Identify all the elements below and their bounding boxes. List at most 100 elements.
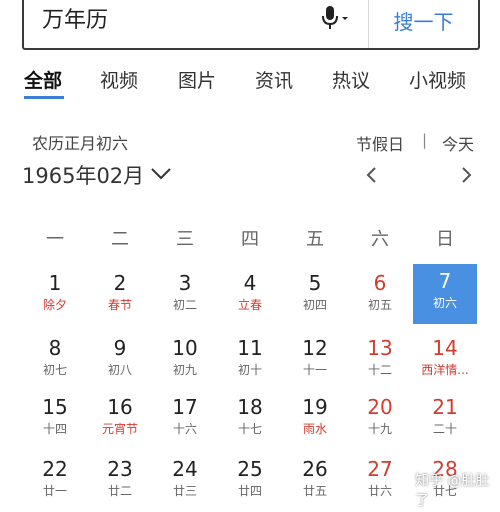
calendar-day-cell[interactable]: 22 廿一 [23,452,87,512]
day-number: 9 [113,336,127,360]
calendar-day-cell[interactable]: 1 除夕 [23,266,87,326]
day-number: 24 [172,457,198,481]
search-tabs: 全部 视频 图片 资讯 热议 小视频 [0,62,500,100]
day-number: 27 [367,457,393,481]
calendar-day-cell[interactable]: 18 十七 [218,390,282,450]
calendar-day-cell[interactable]: 7 初六 [413,264,477,324]
month-selector[interactable]: 1965年02月 [22,160,144,190]
day-number: 4 [243,271,257,295]
microphone-icon[interactable] [320,5,352,31]
holidays-link[interactable]: 节假日 [356,131,404,155]
lunar-day-label: 立春 [237,298,262,312]
day-number: 22 [42,457,68,481]
lunar-day-label: 二十 [432,422,457,436]
lunar-day-label: 初六 [432,296,457,310]
lunar-day-label: 廿二 [107,484,132,498]
search-button[interactable]: 搜一下 [368,0,478,48]
day-number: 13 [367,336,393,360]
lunar-day-label: 初二 [172,298,197,312]
day-number: 12 [302,336,328,360]
calendar-day-cell[interactable]: 5 初四 [283,266,347,326]
calendar-day-cell[interactable]: 23 廿二 [88,452,152,512]
lunar-day-label: 廿六 [367,484,392,498]
day-number: 10 [172,336,198,360]
lunar-day-label: 十四 [42,422,67,436]
weekday-sat: 六 [371,229,389,250]
day-number: 3 [178,271,192,295]
lunar-date-label: 农历正月初六 [32,134,129,153]
today-link[interactable]: 今天 [442,131,474,155]
active-tab-indicator [24,96,64,99]
calendar-day-cell[interactable]: 2 春节 [88,266,152,326]
lunar-day-label: 十二 [367,363,392,377]
lunar-day-label: 廿一 [42,484,67,498]
lunar-day-label: 除夕 [42,298,67,312]
lunar-day-label: 十六 [172,422,197,436]
tab-discussion[interactable]: 热议 [332,66,370,93]
calendar-day-cell[interactable]: 21 二十 [413,390,477,450]
weekday-fri: 五 [306,229,324,250]
lunar-day-label: 廿三 [172,484,197,498]
day-number: 26 [302,457,328,481]
calendar-day-cell[interactable]: 12 十一 [283,331,347,391]
watermark: 知乎 @肚肚了 [415,473,490,509]
calendar-day-cell[interactable]: 9 初八 [88,331,152,391]
day-number: 6 [373,271,387,295]
weekday-sun: 日 [436,229,454,250]
search-box[interactable]: 万年历 搜一下 [22,0,480,50]
day-number: 15 [42,395,68,419]
day-number: 20 [367,395,393,419]
calendar-day-cell[interactable]: 3 初二 [153,266,217,326]
calendar-day-cell[interactable]: 8 初七 [23,331,87,391]
day-number: 16 [107,395,133,419]
day-number: 25 [237,457,263,481]
next-month-icon[interactable] [460,166,474,184]
calendar-day-cell[interactable]: 6 初五 [348,266,412,326]
day-number: 2 [113,271,127,295]
lunar-day-label: 春节 [107,298,132,312]
calendar-day-cell[interactable]: 4 立春 [218,266,282,326]
day-number: 17 [172,395,198,419]
tab-all[interactable]: 全部 [24,66,62,93]
tab-videos[interactable]: 视频 [100,66,138,93]
calendar-day-cell[interactable]: 16 元宵节 [88,390,152,450]
search-input[interactable]: 万年历 [42,2,108,34]
calendar-day-cell[interactable]: 27 廿六 [348,452,412,512]
weekday-wed: 三 [176,229,194,250]
tab-short-videos[interactable]: 小视频 [409,66,466,93]
day-number: 21 [432,395,458,419]
lunar-day-label: 元宵节 [101,422,138,436]
lunar-day-label: 初十 [237,363,262,377]
day-number: 7 [438,269,452,293]
calendar-day-cell[interactable]: 25 廿四 [218,452,282,512]
calendar-day-cell[interactable]: 19 雨水 [283,390,347,450]
day-number: 1 [48,271,62,295]
calendar-day-cell[interactable]: 26 廿五 [283,452,347,512]
lunar-day-label: 西洋情... [421,363,469,377]
calendar-day-cell[interactable]: 10 初九 [153,331,217,391]
lunar-day-label: 雨水 [302,422,327,436]
calendar-day-cell[interactable]: 20 十九 [348,390,412,450]
calendar-day-cell[interactable]: 15 十四 [23,390,87,450]
tab-news[interactable]: 资讯 [255,66,293,93]
day-number: 23 [107,457,133,481]
lunar-day-label: 初八 [107,363,132,377]
calendar-day-cell[interactable]: 17 十六 [153,390,217,450]
day-number: 8 [48,336,62,360]
calendar-day-cell[interactable]: 13 十二 [348,331,412,391]
lunar-day-label: 初五 [367,298,392,312]
day-number: 19 [302,395,328,419]
weekday-tue: 二 [111,229,129,250]
day-number: 5 [308,271,322,295]
tab-images[interactable]: 图片 [178,66,216,93]
calendar-day-cell[interactable]: 14 西洋情... [413,331,477,391]
lunar-day-label: 十一 [302,363,327,377]
lunar-day-label: 廿五 [302,484,327,498]
lunar-day-label: 初九 [172,363,197,377]
link-separator: | [422,131,428,149]
calendar-day-cell[interactable]: 11 初十 [218,331,282,391]
prev-month-icon[interactable] [364,166,378,184]
chevron-down-icon[interactable] [150,166,172,182]
lunar-day-label: 廿四 [237,484,262,498]
calendar-day-cell[interactable]: 24 廿三 [153,452,217,512]
